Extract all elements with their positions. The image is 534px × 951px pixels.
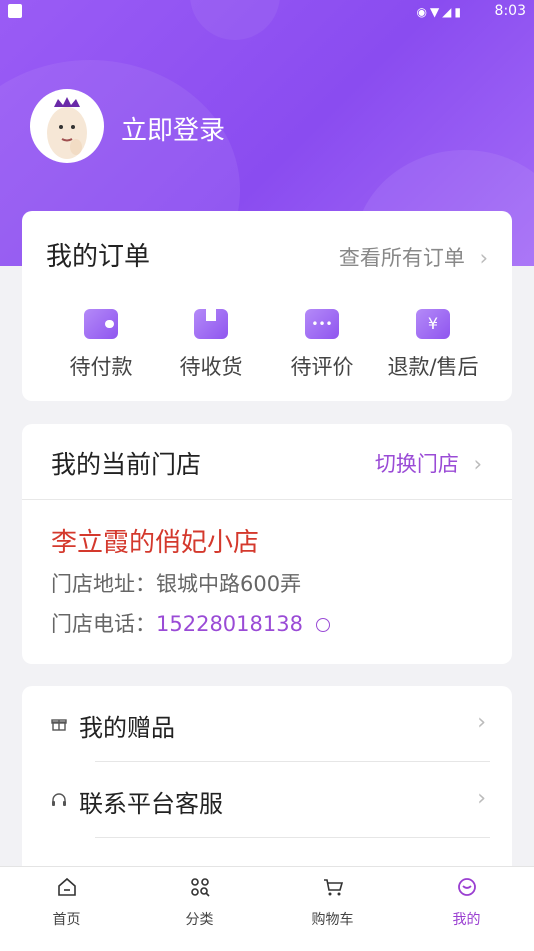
view-all-orders-link[interactable]: 查看所有订单 › <box>339 242 488 272</box>
chevron-right-icon: › <box>477 710 486 735</box>
store-title: 我的当前门店 <box>51 450 202 479</box>
status-icons: ◉▼◢▮ <box>416 5 464 19</box>
store-address: 门店地址：银城中路600弄 <box>51 572 302 596</box>
orders-title: 我的订单 <box>46 242 151 272</box>
login-button[interactable]: 立即登录 <box>121 110 225 147</box>
package-icon <box>194 309 228 339</box>
tab-cart[interactable]: 购物车 <box>266 867 399 951</box>
home-icon <box>57 877 76 896</box>
status-time: 8:03 <box>494 3 526 19</box>
tab-category[interactable]: 分类 <box>133 867 266 951</box>
cart-icon <box>323 879 343 896</box>
switch-store-button[interactable]: 切换门店 › <box>375 448 482 478</box>
orders-card: 我的订单 查看所有订单 › 待付款 待收货 ••• 待评价 ¥ 退款/售后 <box>22 211 512 401</box>
avatar-icon <box>47 97 87 159</box>
store-card: 我的当前门店 切换门店 › 李立霞的俏妃小店 门店地址：银城中路600弄 门店电… <box>22 424 512 664</box>
chevron-right-icon: › <box>477 786 486 811</box>
order-pending-payment[interactable]: 待付款 <box>46 309 156 381</box>
chevron-right-icon: › <box>479 246 488 270</box>
order-pending-review[interactable]: ••• 待评价 <box>267 309 377 381</box>
divider <box>22 499 512 500</box>
headset-icon <box>52 793 66 806</box>
store-name: 李立霞的俏妃小店 <box>51 528 260 558</box>
notification-icon <box>8 4 22 18</box>
store-phone: 门店电话：15228018138 <box>51 608 330 638</box>
phone-link[interactable]: 15228018138 <box>156 612 303 636</box>
order-pending-receipt[interactable]: 待收货 <box>156 309 266 381</box>
refund-icon: ¥ <box>416 309 450 339</box>
avatar[interactable] <box>30 89 104 163</box>
bottom-tab-bar: 首页 分类 购物车 我的 <box>0 866 534 951</box>
category-icon <box>190 878 210 897</box>
tab-profile[interactable]: 我的 <box>400 867 533 951</box>
wallet-icon <box>84 309 118 339</box>
profile-icon <box>457 878 476 896</box>
phone-icon[interactable] <box>315 618 330 632</box>
tab-home[interactable]: 首页 <box>0 867 133 951</box>
status-bar: ◉▼◢▮ 8:03 <box>0 0 534 24</box>
menu-item-support[interactable]: 联系平台客服 › <box>22 762 512 838</box>
chevron-right-icon: › <box>473 452 482 476</box>
gift-icon <box>51 719 67 731</box>
order-refund[interactable]: ¥ 退款/售后 <box>378 309 488 381</box>
menu-item-gifts[interactable]: 我的赠品 › <box>22 686 512 762</box>
comment-icon: ••• <box>305 309 339 339</box>
